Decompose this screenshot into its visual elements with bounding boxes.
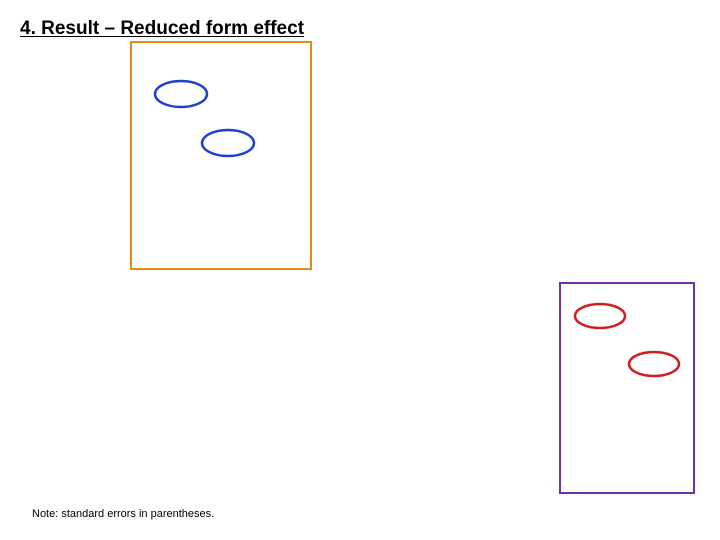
blue-ellipse-2 bbox=[202, 130, 254, 156]
footnote: Note: standard errors in parentheses. bbox=[32, 508, 214, 520]
diagram-canvas bbox=[0, 0, 720, 540]
purple-box bbox=[560, 283, 694, 493]
blue-ellipse-1 bbox=[155, 81, 207, 107]
red-ellipse-1 bbox=[575, 304, 625, 328]
red-ellipse-2 bbox=[629, 352, 679, 376]
